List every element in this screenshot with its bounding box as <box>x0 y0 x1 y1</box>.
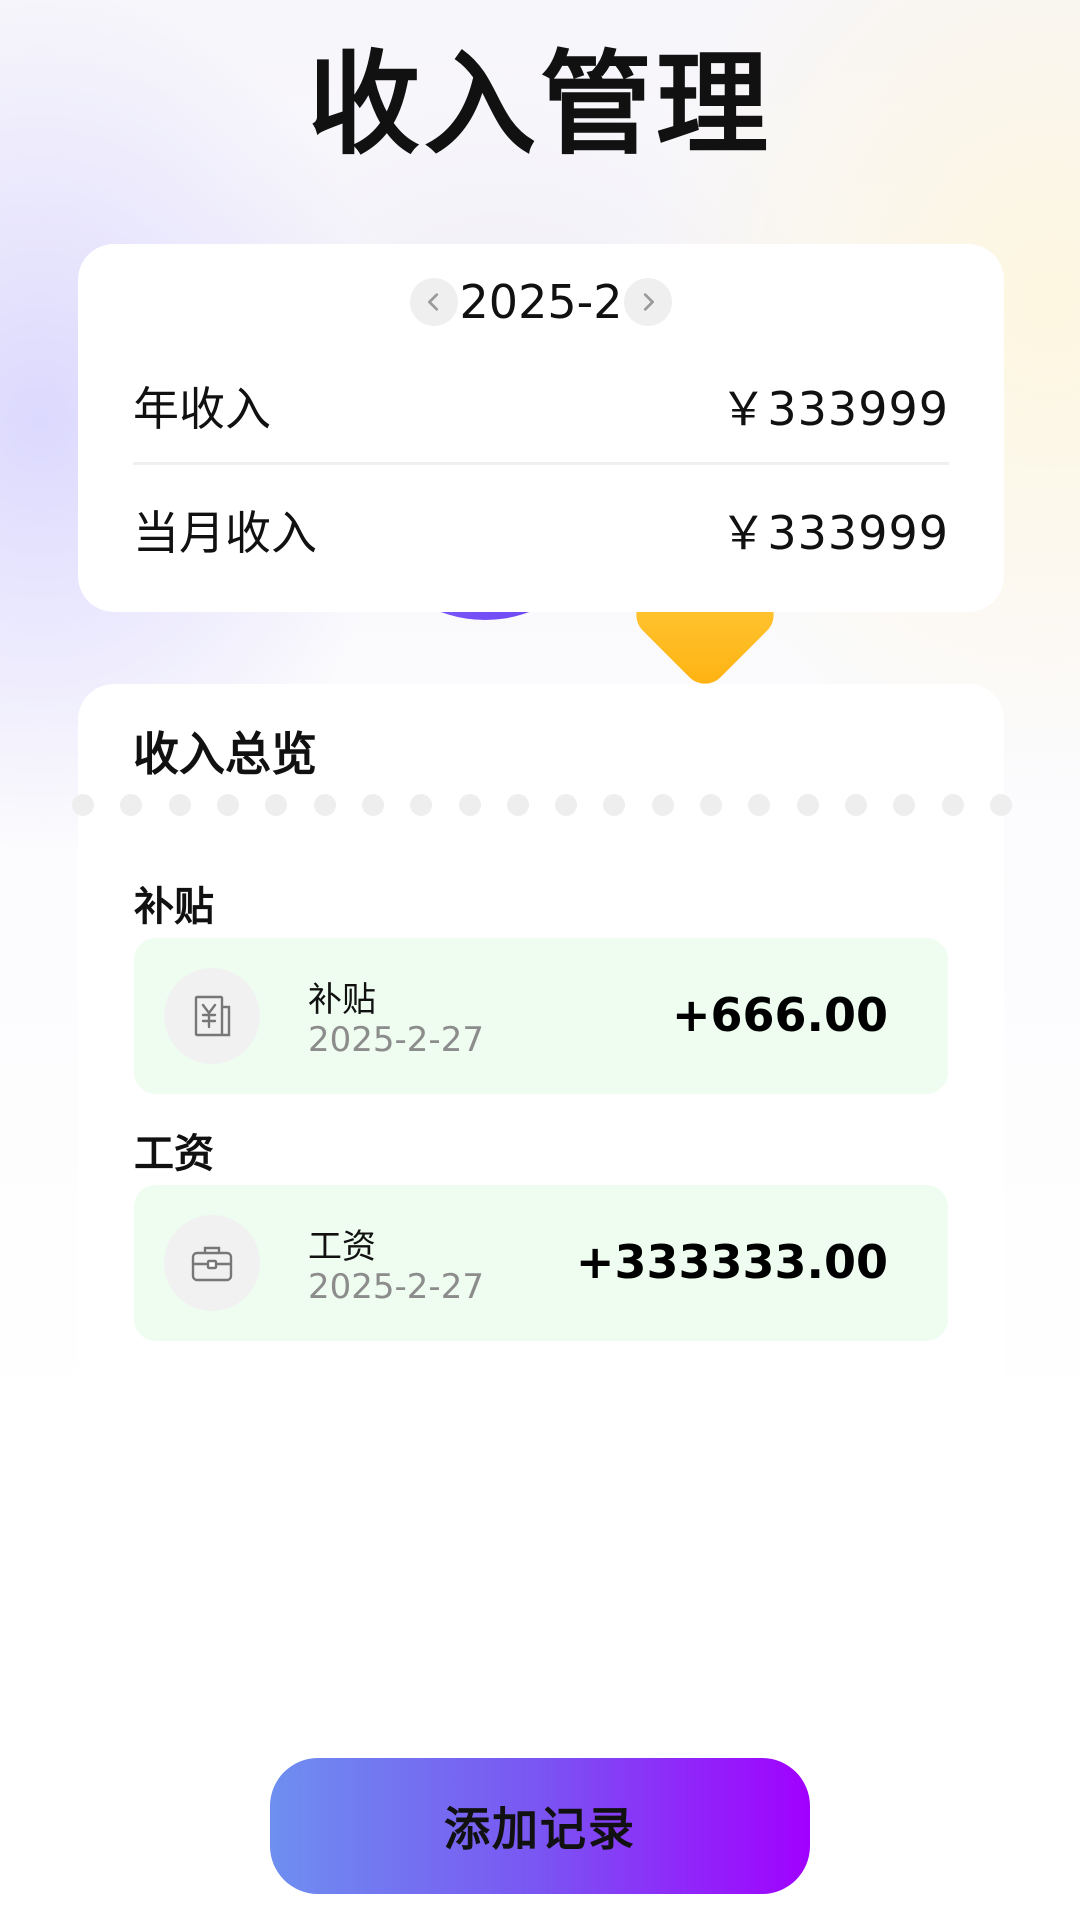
separator-dot <box>216 794 239 816</box>
separator-dot <box>748 794 771 816</box>
chevron-right-icon[interactable] <box>624 278 673 326</box>
record-item-allowance[interactable]: 补贴 2025-2-27 +666.00 <box>134 938 948 1094</box>
separator-dot <box>555 794 578 816</box>
separator-dot <box>796 794 819 816</box>
separator-dot <box>700 794 723 816</box>
chevron-left-icon[interactable] <box>409 278 458 326</box>
separator-dot <box>72 794 94 816</box>
record-amount: +666.00 <box>671 988 888 1042</box>
monthly-income-row: 当月收入 ￥333999 <box>133 490 949 570</box>
overview-title: 收入总览 <box>133 727 317 781</box>
income-overview-card: 收入总览 补贴 补贴 2025-2-27 +666.00 工资 工资 2025-… <box>72 684 1012 1920</box>
separator-dot <box>651 794 674 816</box>
separator-dot <box>941 794 964 816</box>
record-item-salary[interactable]: 工资 2025-2-27 +333333.00 <box>134 1185 948 1341</box>
annual-income-row: 年收入 ￥333999 <box>133 366 949 446</box>
separator-dot <box>603 794 626 816</box>
separator-dot <box>361 794 384 816</box>
monthly-income-label: 当月收入 <box>133 506 317 560</box>
summary-divider <box>133 462 949 465</box>
receipt-yuan-icon <box>164 968 260 1064</box>
income-summary-card: 2025-2 年收入 ￥333999 当月收入 ￥333999 <box>78 244 1004 612</box>
annual-income-value: ￥333999 <box>720 382 949 436</box>
month-selector: 2025-2 <box>78 272 1004 332</box>
add-record-button[interactable]: 添加记录 <box>270 1758 810 1894</box>
record-name: 工资 <box>308 1227 376 1267</box>
separator-dot <box>989 794 1012 816</box>
record-amount: +333333.00 <box>575 1235 888 1289</box>
current-month-label[interactable]: 2025-2 <box>460 275 623 329</box>
group-title-salary: 工资 <box>134 1131 214 1177</box>
separator-dot <box>313 794 336 816</box>
group-title-allowance: 补贴 <box>134 884 214 930</box>
dotted-separator <box>72 794 1012 818</box>
briefcase-icon <box>164 1215 260 1311</box>
separator-dot <box>265 794 288 816</box>
monthly-income-value: ￥333999 <box>720 506 949 560</box>
separator-dot <box>506 794 529 816</box>
annual-income-label: 年收入 <box>133 382 271 436</box>
separator-dot <box>120 794 143 816</box>
record-name: 补贴 <box>308 980 376 1020</box>
separator-dot <box>410 794 433 816</box>
separator-dot <box>893 794 916 816</box>
page-title: 收入管理 <box>308 40 772 170</box>
separator-dot <box>845 794 867 816</box>
record-date: 2025-2-27 <box>308 1267 484 1307</box>
record-date: 2025-2-27 <box>308 1020 484 1060</box>
separator-dot <box>458 794 481 816</box>
separator-dot <box>168 794 191 816</box>
